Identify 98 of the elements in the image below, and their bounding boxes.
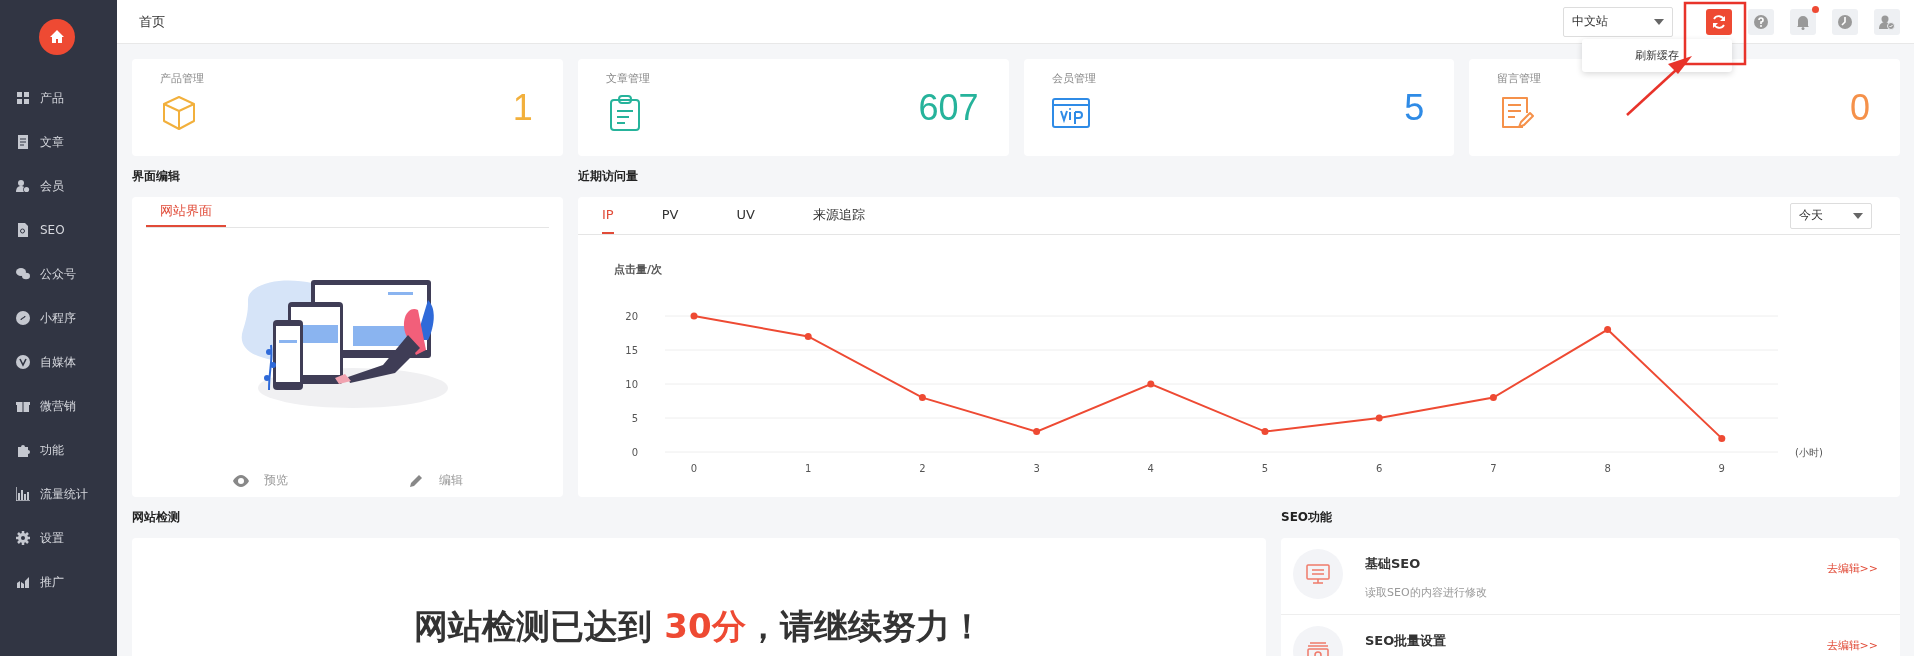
stat-label: 留言管理 (1497, 71, 1542, 86)
stat-label: 产品管理 (160, 71, 204, 86)
menu-item-icon (16, 91, 30, 105)
stat-value: 1 (512, 86, 533, 129)
axis-tick-label: 0 (631, 447, 638, 458)
stat-label: 文章管理 (605, 71, 650, 86)
sidebar-item[interactable]: 公众号 (0, 252, 117, 296)
stat-value: 0 (1849, 86, 1870, 129)
tab[interactable]: 来源追踪 (812, 197, 865, 234)
sidebar-item[interactable]: 会员 (0, 164, 117, 208)
refresh-icon (1711, 13, 1727, 30)
sidebar-item[interactable]: 微营销 (0, 384, 117, 428)
highlight-frame (1683, 1, 1747, 66)
menu-item-icon (16, 487, 30, 501)
data-point (1147, 380, 1155, 388)
menu-item-icon (16, 575, 30, 589)
seo-item-title: SEO批量设置 (1365, 632, 1448, 650)
help-button[interactable] (1748, 8, 1774, 35)
data-point (1261, 428, 1269, 436)
sidebar-item[interactable]: 推广 (0, 560, 117, 604)
sidebar-item[interactable]: 小程序 (0, 296, 117, 340)
bell-button[interactable] (1790, 8, 1816, 35)
axis-tick-label: 5 (631, 413, 638, 424)
sidebar-item[interactable]: 文章 (0, 120, 117, 164)
axis-tick-label: 1 (805, 463, 812, 474)
page-title: 首页 (139, 12, 165, 31)
bell-icon (1795, 13, 1811, 30)
stat-card[interactable]: 产品管理 1 (132, 59, 563, 156)
axis-title: 点击量/次 (614, 263, 663, 276)
sidebar-item[interactable]: 自媒体 (0, 340, 117, 384)
section-title: 近期访问量 (578, 168, 638, 185)
sidebar-item[interactable]: 产品 (0, 76, 117, 120)
menu-item-icon (16, 531, 30, 545)
data-point (690, 312, 698, 320)
clock-button[interactable] (1832, 8, 1858, 35)
axis-title: (小时) (1795, 447, 1823, 458)
axis-tick-label: 2 (919, 463, 926, 474)
data-point (918, 394, 926, 402)
menu-item-icon (16, 223, 30, 237)
stat-card[interactable]: 会员管理 5 (1023, 59, 1455, 156)
data-point (1604, 326, 1612, 334)
range-select[interactable]: 今天 (1790, 202, 1872, 229)
menu-item-icon (16, 267, 30, 281)
axis-tick-label: 7 (1490, 463, 1497, 474)
refresh-button[interactable] (1706, 8, 1732, 35)
edit-link[interactable]: 去编辑>> (1826, 638, 1878, 653)
tab[interactable]: UV (736, 197, 755, 234)
stat-label: 会员管理 (1051, 71, 1096, 86)
seo-item-description: 读取SEO的内容进行修改 (1365, 585, 1488, 600)
axis-tick-label: 4 (1147, 463, 1154, 474)
axis-tick-label: 8 (1604, 463, 1611, 474)
score-message: 网站检测已达到 30分，请继续努力！ (413, 605, 985, 648)
site-select[interactable]: 中文站 (1563, 6, 1673, 37)
sidebar-item[interactable]: SEO (0, 208, 117, 252)
stat-value: 5 (1404, 86, 1425, 129)
sidebar-item[interactable]: 设置 (0, 516, 117, 560)
monitor-icon (1293, 549, 1343, 599)
menu-item-icon (16, 311, 30, 325)
axis-tick-label: 3 (1033, 463, 1040, 474)
data-point (804, 332, 812, 340)
menu-item-icon (16, 355, 30, 369)
caret-icon (1654, 18, 1664, 25)
tab[interactable]: 网站界面 (146, 197, 226, 227)
section-title: SEO功能 (1281, 509, 1333, 526)
axis-tick-label: 6 (1376, 463, 1383, 474)
sidebar-item[interactable]: 功能 (0, 428, 117, 472)
tooltip: 刷新缓存 (1582, 39, 1732, 72)
tab[interactable]: PV (661, 197, 679, 234)
axis-tick-label: 10 (625, 379, 638, 390)
caret-icon (1853, 212, 1863, 219)
user-button[interactable] (1874, 8, 1900, 35)
home-logo[interactable] (39, 19, 75, 55)
menu-item-icon (16, 179, 30, 193)
tab[interactable]: IP (602, 197, 614, 234)
stat-value: 607 (918, 86, 979, 129)
notification-dot (1812, 5, 1819, 13)
clock-icon (1837, 13, 1853, 30)
user-icon (1879, 13, 1895, 30)
data-point (1033, 428, 1041, 436)
axis-tick-label: 15 (625, 345, 638, 356)
data-point (1489, 394, 1497, 402)
section-title: 界面编辑 (132, 168, 180, 185)
data-point (1718, 434, 1726, 442)
edit-link[interactable]: 去编辑>> (1826, 561, 1878, 576)
axis-tick-label: 5 (1261, 463, 1269, 474)
data-point (1375, 414, 1383, 422)
menu-item-icon (16, 443, 30, 457)
menu-item-icon (16, 135, 30, 149)
axis-tick-label: 9 (1718, 463, 1725, 474)
axis-tick-label: 0 (690, 463, 698, 474)
stat-card[interactable]: 文章管理 607 (577, 59, 1009, 156)
menu-item-icon (16, 399, 30, 413)
seo-item-title: 基础SEO (1365, 555, 1422, 573)
help-icon (1753, 13, 1769, 30)
sidebar-item[interactable]: 流量统计 (0, 472, 117, 516)
section-title: 网站检测 (132, 509, 180, 526)
axis-tick-label: 20 (625, 311, 638, 322)
eye-icon (231, 473, 250, 488)
